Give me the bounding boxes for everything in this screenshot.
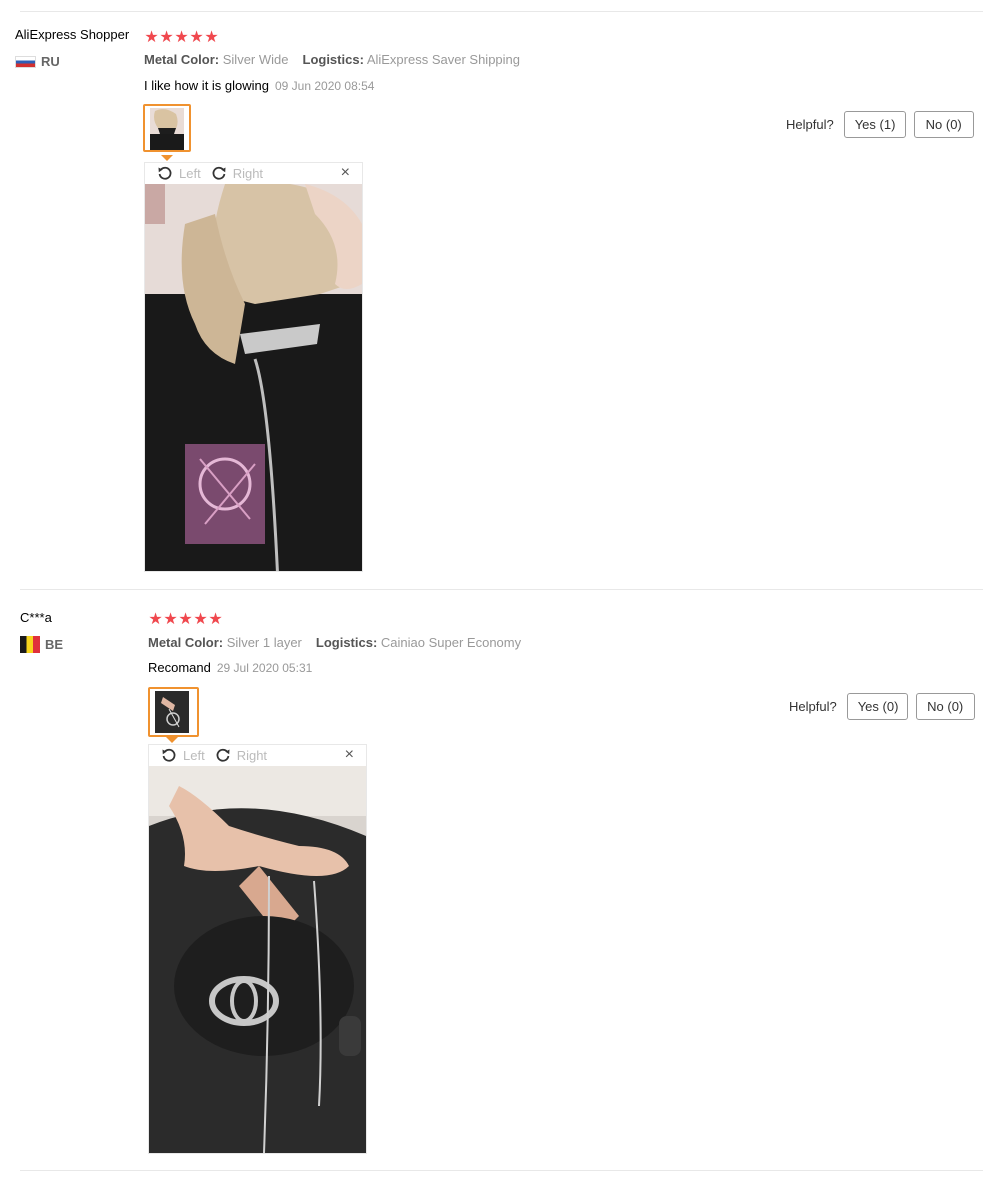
review-photo-thumbnail[interactable] bbox=[148, 687, 199, 737]
logistics-attr: Logistics: Cainiao Super Economy bbox=[316, 635, 521, 650]
helpful-label: Helpful? bbox=[786, 117, 834, 132]
star-icon: ★ bbox=[174, 29, 189, 46]
logistics-label: Logistics: bbox=[302, 52, 364, 67]
logistics-value: Cainiao Super Economy bbox=[380, 635, 522, 650]
star-icon: ★ bbox=[204, 29, 219, 46]
logistics-label: Logistics: bbox=[315, 635, 378, 650]
rotate-right-button[interactable]: Right bbox=[211, 165, 263, 181]
metal-color-label: Metal Color: bbox=[144, 52, 220, 67]
metal-color-value: Silver Wide bbox=[222, 52, 289, 67]
flag-be-icon bbox=[20, 636, 40, 653]
helpful-yes-button[interactable]: Yes (0) bbox=[846, 693, 908, 720]
close-icon[interactable]: × bbox=[341, 164, 350, 182]
thumbnail-image bbox=[150, 108, 184, 150]
separator bbox=[20, 1170, 983, 1171]
rotate-right-button[interactable]: Right bbox=[215, 747, 267, 763]
helpful-vote: Helpful? Yes (1) No (0) bbox=[786, 111, 974, 138]
country-code: RU bbox=[41, 54, 60, 69]
reviewer-country: RU bbox=[15, 54, 60, 69]
review-attributes: Metal Color: Silver Wide Logistics: AliE… bbox=[144, 52, 520, 67]
close-icon[interactable]: × bbox=[345, 746, 354, 764]
viewer-toolbar: Left Right × bbox=[149, 745, 366, 765]
metal-color-label: Metal Color: bbox=[148, 635, 224, 650]
rotate-left-label: Left bbox=[179, 165, 201, 181]
thumbnail-pointer bbox=[161, 155, 173, 161]
rotate-left-label: Left bbox=[183, 747, 205, 763]
star-icon: ★ bbox=[163, 611, 178, 628]
review-comment: Recomand bbox=[148, 660, 211, 675]
review-photo-thumbnail[interactable] bbox=[143, 104, 191, 152]
star-icon: ★ bbox=[144, 29, 159, 46]
helpful-no-button[interactable]: No (0) bbox=[913, 111, 974, 138]
star-icon: ★ bbox=[159, 29, 174, 46]
review-date: 09 Jun 2020 08:54 bbox=[275, 79, 375, 93]
review-photo bbox=[145, 184, 362, 571]
thumbnail-pointer bbox=[166, 737, 178, 743]
reviewer-name: C***a bbox=[20, 610, 52, 625]
helpful-no-button[interactable]: No (0) bbox=[915, 693, 975, 720]
review-comment: I like how it is glowing bbox=[144, 78, 269, 93]
flag-ru-icon bbox=[15, 55, 36, 68]
review-attributes: Metal Color: Silver 1 layer Logistics: C… bbox=[148, 635, 521, 650]
review-date: 29 Jul 2020 05:31 bbox=[216, 661, 313, 675]
logistics-attr: Logistics: AliExpress Saver Shipping bbox=[303, 52, 521, 67]
logistics-value: AliExpress Saver Shipping bbox=[366, 52, 521, 67]
review-photo bbox=[149, 766, 366, 1153]
rotate-left-icon bbox=[162, 748, 176, 762]
photo-viewer: Left Right × bbox=[148, 744, 367, 1154]
star-icon: ★ bbox=[189, 29, 204, 46]
review-text: Recomand 29 Jul 2020 05:31 bbox=[148, 660, 312, 675]
rotate-left-icon bbox=[158, 166, 172, 180]
rotate-right-label: Right bbox=[232, 165, 264, 181]
country-code: BE bbox=[45, 637, 64, 652]
review-item: AliExpress Shopper RU ★ ★ ★ ★ ★ Metal Co… bbox=[0, 0, 1000, 590]
star-icon: ★ bbox=[193, 611, 208, 628]
rotate-right-icon bbox=[216, 748, 230, 762]
helpful-yes-button[interactable]: Yes (1) bbox=[843, 111, 906, 138]
star-icon: ★ bbox=[178, 611, 193, 628]
review-photo-image bbox=[149, 766, 366, 1153]
rotate-left-button[interactable]: Left bbox=[161, 747, 205, 763]
reviewer-country: BE bbox=[20, 636, 63, 653]
rotate-right-icon bbox=[212, 166, 226, 180]
viewer-toolbar: Left Right × bbox=[145, 163, 362, 183]
metal-color-attr: Metal Color: Silver 1 layer bbox=[148, 635, 302, 650]
photo-viewer: Left Right × bbox=[144, 162, 363, 572]
rotate-left-button[interactable]: Left bbox=[157, 165, 201, 181]
star-rating: ★ ★ ★ ★ ★ bbox=[144, 27, 219, 47]
reviewer-name: AliExpress Shopper bbox=[15, 27, 130, 42]
review-text: I like how it is glowing 09 Jun 2020 08:5… bbox=[144, 78, 374, 93]
review-item: C***a BE ★ ★ ★ ★ ★ Metal Color: Silver 1… bbox=[0, 590, 1000, 1172]
star-icon: ★ bbox=[208, 611, 223, 628]
thumbnail-image bbox=[155, 691, 189, 733]
helpful-vote: Helpful? Yes (0) No (0) bbox=[789, 693, 975, 720]
star-icon: ★ bbox=[148, 611, 163, 628]
star-rating: ★ ★ ★ ★ ★ bbox=[148, 609, 223, 629]
helpful-label: Helpful? bbox=[789, 699, 837, 714]
review-photo-image bbox=[145, 184, 362, 571]
metal-color-attr: Metal Color: Silver Wide bbox=[144, 52, 289, 67]
metal-color-value: Silver 1 layer bbox=[226, 635, 302, 650]
rotate-right-label: Right bbox=[236, 747, 268, 763]
